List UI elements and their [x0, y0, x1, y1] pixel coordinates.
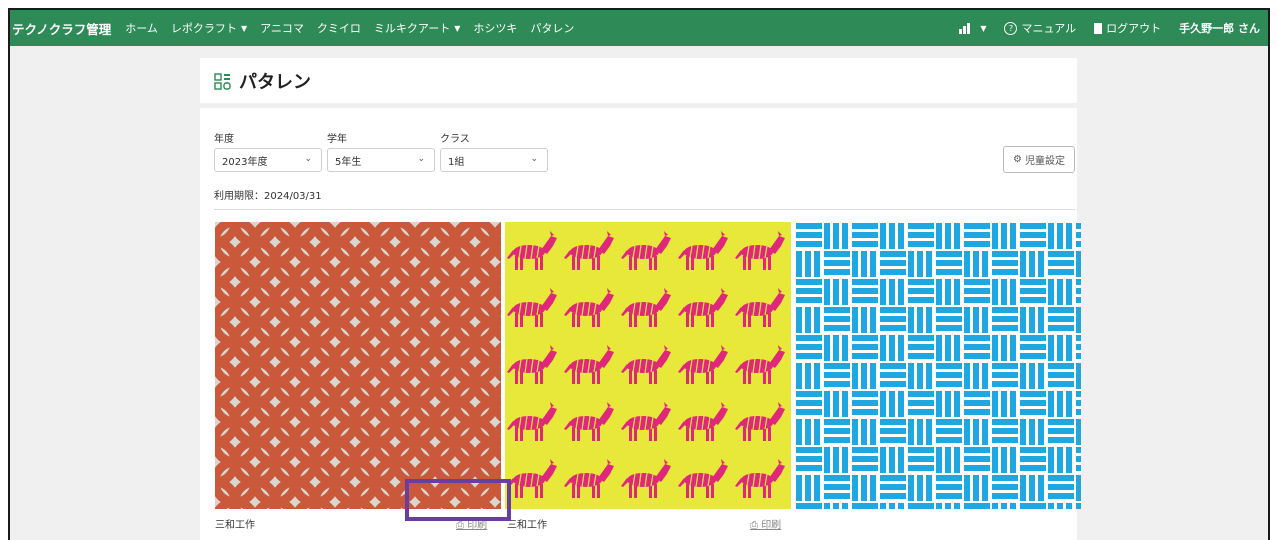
caret-down-icon: ▼	[240, 23, 248, 33]
chevron-down-icon: ⌄	[530, 154, 538, 164]
year-select[interactable]: 2023年度 ⌄	[214, 148, 322, 172]
main-card: 年度 学年 クラス 2023年度 ⌄ 5年生 ⌄ 1組 ⌄ ⚙ 児童設定 利用期…	[200, 108, 1081, 540]
pattern-tile-circles[interactable]	[215, 222, 501, 509]
caret-down-icon: ▼	[454, 23, 461, 33]
top-navbar: テクノクラフ管理 ホーム レポクラフト ▼ アニコマ クミイロ ミルキクアート ▼ …	[10, 10, 1268, 46]
nav-repocraft[interactable]: レポクラフト ▼	[171, 20, 247, 36]
nav-kumiiro[interactable]: クミイロ	[317, 20, 361, 36]
divider	[214, 209, 1075, 210]
help-circle-icon: ?	[1004, 21, 1018, 35]
user-name[interactable]: 手久野一郎 さん	[1179, 20, 1260, 36]
logout-link[interactable]: ログアウト	[1094, 20, 1161, 36]
grid-icon	[214, 72, 231, 90]
grade-label: 学年	[327, 134, 347, 145]
manual-link[interactable]: ? マニュアル	[1004, 20, 1076, 36]
pattern-caption: 三和工作	[507, 520, 547, 531]
nav-right-group: ▼ ? マニュアル ログアウト 手久野一郎 さん	[940, 20, 1268, 36]
app-window: テクノクラフ管理 ホーム レポクラフト ▼ アニコマ クミイロ ミルキクアート ▼ …	[8, 8, 1270, 540]
nav-home[interactable]: ホーム	[125, 20, 158, 36]
gear-icon: ⚙	[1013, 154, 1022, 165]
bar-chart-icon	[959, 22, 971, 34]
caret-down-icon: ▼	[980, 23, 987, 33]
class-select[interactable]: 1組 ⌄	[440, 148, 548, 172]
nav-hoshitsuki[interactable]: ホシツキ	[473, 20, 517, 36]
pattern-tile-weave[interactable]	[795, 222, 1081, 509]
pattern-tile-zebras[interactable]	[505, 222, 791, 509]
page-title: パタレン	[214, 68, 311, 94]
child-settings-button[interactable]: ⚙ 児童設定	[1003, 146, 1075, 173]
pattern-caption: 三和工作	[215, 520, 255, 531]
nav-anikoma[interactable]: アニコマ	[260, 20, 304, 36]
circle-pattern-image	[215, 222, 501, 509]
brand-logo[interactable]: テクノクラフ管理	[12, 19, 111, 38]
weave-pattern-image	[795, 222, 1081, 509]
printer-icon: ⎙	[456, 520, 464, 531]
stats-menu[interactable]: ▼	[958, 22, 987, 34]
expiry-date: 利用期限：2024/03/31	[214, 191, 322, 202]
class-label: クラス	[440, 134, 470, 145]
chevron-down-icon: ⌄	[417, 154, 425, 164]
print-link[interactable]: ⎙ 印刷	[456, 516, 487, 531]
year-label: 年度	[214, 134, 234, 145]
nav-mirukiku-art[interactable]: ミルキクアート ▼	[374, 20, 461, 36]
printer-icon: ⎙	[750, 520, 758, 531]
zebra-pattern-image	[505, 222, 791, 509]
print-link[interactable]: ⎙ 印刷	[750, 516, 781, 531]
logout-icon	[1094, 22, 1103, 34]
chevron-down-icon: ⌄	[304, 154, 312, 164]
title-card: パタレン	[200, 58, 1077, 103]
nav-patalen[interactable]: パタレン	[530, 20, 574, 36]
grade-select[interactable]: 5年生 ⌄	[327, 148, 435, 172]
